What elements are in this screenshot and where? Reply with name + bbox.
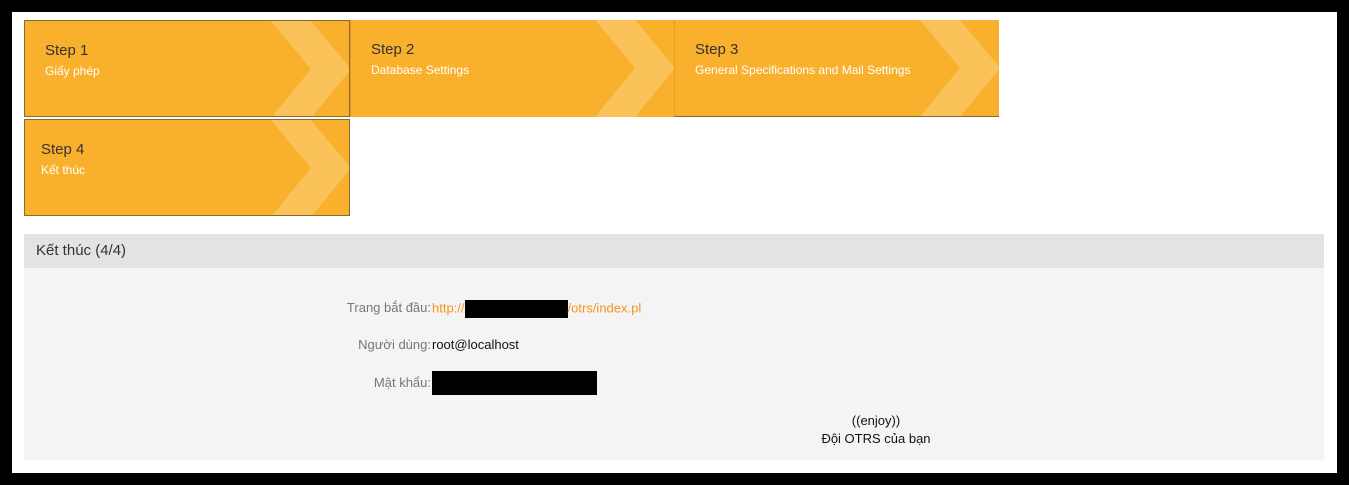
step-3-title: Step 3 [695,41,739,58]
step-4-subtitle: Kết thúc [41,163,86,177]
start-page-prefix: http:// [432,300,465,316]
panel-title: Kết thúc (4/4) [24,234,1324,268]
step-3: Step 3 General Specifications and Mail S… [674,20,999,117]
password-row: Mật khẩu: [24,371,1324,397]
installer-frame: Step 1 Giấy phép Step 2 Database Setting… [12,12,1337,473]
footer-enjoy: ((enjoy)) [851,413,901,428]
step-1-subtitle: Giấy phép [45,64,100,78]
chevron-decoration-icon [595,20,674,117]
step-4-title: Step 4 [41,141,85,158]
chevron-decoration-icon [271,120,349,215]
start-page-row: Trang bắt đầu: http:// /otrs/index.pl [24,298,1324,318]
chevron-decoration-icon [920,20,999,116]
user-label: Người dùng: [358,337,431,352]
chevron-decoration-icon [271,21,349,116]
finish-panel: Kết thúc (4/4) Trang bắt đầu: http:// /ot… [24,234,1324,460]
step-2-subtitle: Database Settings [371,63,470,77]
start-page-link[interactable]: http:// /otrs/index.pl [432,300,641,318]
redacted-password-box [432,371,597,395]
step-1-title: Step 1 [45,42,89,59]
password-label: Mật khẩu: [373,375,431,390]
redacted-host-box [464,300,568,318]
step-1: Step 1 Giấy phép [24,20,350,117]
user-value: root@localhost [432,337,519,352]
start-page-label: Trang bắt đầu: [346,300,431,315]
user-row: Người dùng: root@localhost [24,335,1324,355]
footer-team: Đội OTRS của bạn [821,431,931,446]
step-3-subtitle: General Specifications and Mail Settings [695,63,911,77]
step-2: Step 2 Database Settings [350,20,674,117]
step-2-title: Step 2 [371,41,415,58]
start-page-suffix: /otrs/index.pl [567,300,642,316]
step-4: Step 4 Kết thúc [24,119,350,216]
